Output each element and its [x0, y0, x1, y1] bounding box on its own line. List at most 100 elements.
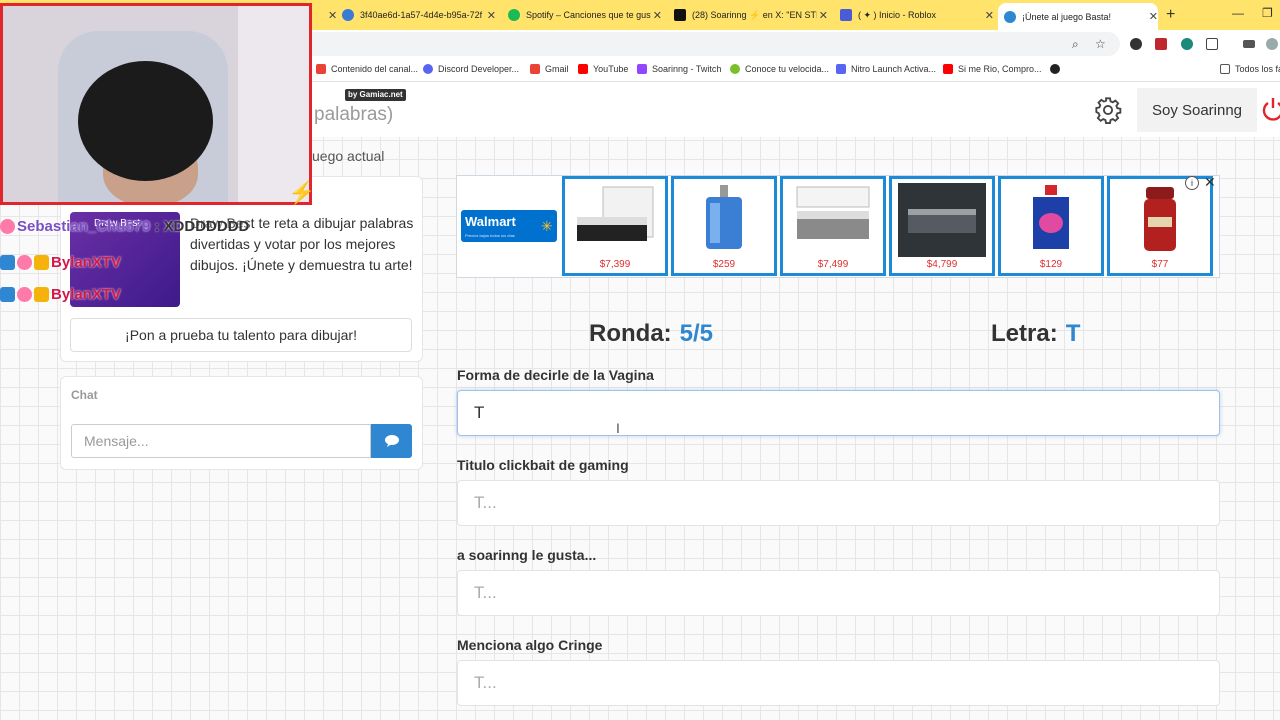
product-price: $7,399 [599, 259, 631, 270]
youtube-icon [578, 64, 588, 74]
address-bar[interactable] [300, 32, 1120, 56]
tab-roblox[interactable]: ( ✦ ) Inicio - Roblox ✕ [834, 3, 994, 27]
walmart-logo[interactable]: Walmart ✳ Precios bajos todos los días [461, 210, 557, 242]
close-icon[interactable]: ✕ [985, 9, 994, 22]
extension-icon[interactable] [1181, 38, 1193, 50]
round-label: Ronda: [589, 320, 672, 347]
tab-close-partial[interactable]: ✕ [320, 3, 337, 27]
all-bookmarks[interactable]: Todos los fa [1220, 64, 1280, 74]
tab-title: ( ✦ ) Inicio - Roblox [858, 9, 937, 20]
tab-x[interactable]: (28) Soarinng ⚡ en X: "EN STI ✕ [668, 3, 828, 27]
ad-product[interactable]: $77 [1107, 176, 1213, 276]
question-label: Menciona algo Cringe [457, 637, 603, 653]
sword-badge-icon [0, 287, 15, 302]
new-tab-button[interactable]: + [1166, 6, 1175, 24]
logout-power-icon[interactable] [1262, 96, 1280, 122]
tab-title: Spotify – Canciones que te gust [526, 10, 651, 20]
ad-close-icon[interactable]: ✕ [1204, 174, 1216, 191]
tab-spotify[interactable]: Spotify – Canciones que te gust ✕ [502, 3, 662, 27]
answer-input[interactable] [457, 570, 1220, 616]
globe-icon [1004, 10, 1016, 23]
close-icon[interactable]: ✕ [819, 9, 828, 22]
webcam-hair [78, 61, 213, 181]
crown-badge-icon [34, 255, 49, 270]
emote-badge-icon [17, 255, 32, 270]
letter-indicator: Letra: T [991, 320, 1080, 348]
bookmark-label: Soarinng - Twitch [652, 64, 722, 74]
media-icon[interactable] [1243, 40, 1255, 48]
user-menu[interactable]: Soy Soarinng [1137, 88, 1257, 132]
ad-product[interactable]: $259 [671, 176, 777, 276]
bookmark-item[interactable]: Discord Developer... [423, 64, 519, 74]
stream-chat-message: Sebastian_Chu579: XDDDDDDD [0, 218, 249, 235]
current-game-label: uego actual [312, 148, 385, 164]
draw-talent-button[interactable]: ¡Pon a prueba tu talento para dibujar! [70, 318, 412, 352]
bookmark-label: Conoce tu velocida... [745, 64, 830, 74]
answer-input[interactable] [457, 390, 1220, 436]
bookmark-label: Gmail [545, 64, 569, 74]
ad-product[interactable]: $129 [998, 176, 1104, 276]
bookmark-item[interactable] [1050, 64, 1065, 74]
google-icon [316, 64, 326, 74]
ad-info-icon[interactable]: i [1185, 176, 1199, 190]
globe-icon [342, 9, 354, 21]
question-label: a soarinng le gusta... [457, 547, 597, 563]
gear-icon[interactable] [1094, 96, 1122, 124]
close-icon[interactable]: ✕ [1149, 10, 1158, 23]
chat-username: BylanXTV [51, 254, 122, 271]
bookmark-item[interactable]: YouTube [578, 64, 628, 74]
chat-username: BylanXTV [51, 286, 122, 303]
crown-badge-icon [34, 287, 49, 302]
ad-product[interactable]: $7,399 [562, 176, 668, 276]
speech-bubble-icon [384, 435, 399, 447]
round-value: 5/5 [679, 320, 714, 347]
tab-uuid[interactable]: 3f40ae6d-1a57-4d4e-b95a-72f ✕ [336, 3, 496, 27]
ad-product[interactable]: $7,499 [780, 176, 886, 276]
youtube-icon [943, 64, 953, 74]
twitch-icon [637, 64, 647, 74]
extension-icon[interactable] [1155, 38, 1167, 50]
maximize-icon[interactable]: ❐ [1262, 6, 1273, 20]
minimize-icon[interactable]: — [1232, 6, 1244, 20]
profile-avatar-icon[interactable] [1266, 38, 1278, 50]
bookmark-item[interactable]: Contenido del canal... [316, 64, 418, 74]
chat-send-button[interactable] [371, 424, 412, 458]
bed-frame-image [577, 186, 654, 241]
detergent-image [1033, 185, 1069, 249]
product-price: $77 [1151, 259, 1169, 270]
chat-title: Chat [71, 388, 98, 402]
folder-icon [1220, 64, 1230, 74]
close-icon[interactable]: ✕ [653, 9, 662, 22]
close-icon[interactable]: ✕ [487, 9, 496, 22]
text-cursor-icon: I [616, 420, 620, 436]
x-logo-icon [674, 9, 686, 21]
zoom-icon[interactable]: ⌕ [1072, 37, 1079, 52]
bookmark-item[interactable]: Si me Rio, Compro... [943, 64, 1042, 74]
ad-product[interactable]: $4,799 [889, 176, 995, 276]
perfume-image [706, 185, 742, 249]
tab-title: 3f40ae6d-1a57-4d4e-b95a-72f [360, 10, 483, 20]
extension-icon[interactable] [1130, 38, 1142, 50]
speedtest-icon [730, 64, 740, 74]
gamiac-watermark: by Gamiac.net [345, 89, 406, 101]
tab-basta-active[interactable]: ¡Únete al juego Basta! ✕ [998, 3, 1158, 30]
ad-brand-name: Walmart [465, 214, 516, 229]
tab-title: (28) Soarinng ⚡ en X: "EN STI [692, 9, 817, 20]
bookmark-item[interactable]: Gmail [530, 64, 569, 74]
bookmark-item[interactable]: Nitro Launch Activa... [836, 64, 936, 74]
puzzle-icon[interactable] [1206, 38, 1218, 50]
walmart-spark-icon: ✳ [541, 218, 553, 234]
bookmark-item[interactable]: Soarinng - Twitch [637, 64, 721, 74]
bookmark-item[interactable]: Conoce tu velocida... [730, 64, 829, 74]
answer-input[interactable] [457, 660, 1220, 706]
product-price: $7,499 [817, 259, 849, 270]
answer-input[interactable] [457, 480, 1220, 526]
page-title: palabras) [314, 104, 394, 125]
bookmark-label: Contenido del canal... [331, 64, 419, 74]
nitro-icon [836, 64, 846, 74]
chat-message-input[interactable] [71, 424, 371, 458]
bookmark-label: Si me Rio, Compro... [958, 64, 1042, 74]
stream-chat-message: BylanXTV [0, 286, 125, 303]
bookmark-star-icon[interactable]: ☆ [1095, 37, 1106, 51]
gmail-icon [530, 64, 540, 74]
